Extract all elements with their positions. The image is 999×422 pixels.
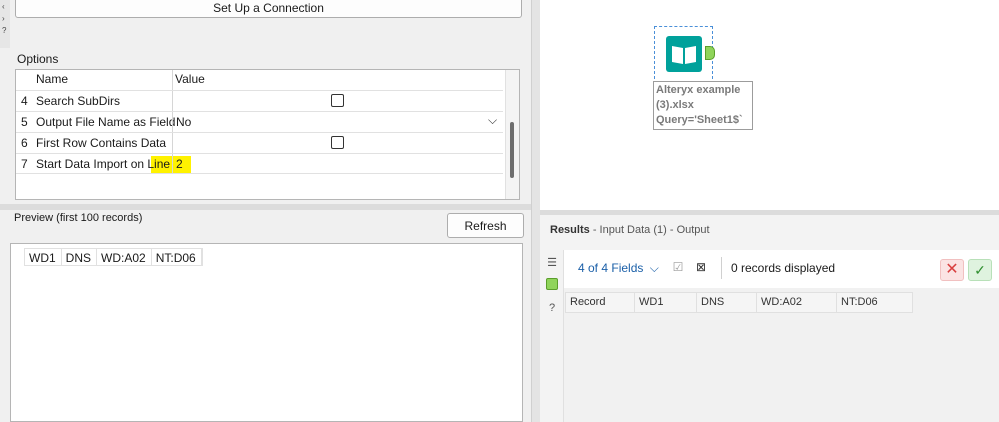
- fields-selector-label: 4 of 4 Fields: [578, 261, 644, 275]
- deselect-icon[interactable]: ⊠: [694, 260, 708, 274]
- preview-area: WD1 DNS WD:A02 NT:D06: [10, 243, 523, 422]
- column-divider: [172, 112, 173, 132]
- row-number: 7: [21, 157, 28, 171]
- results-subtitle: - Input Data (1) - Output: [592, 224, 710, 236]
- row-number: 6: [21, 136, 28, 150]
- records-count: 0 records displayed: [731, 261, 836, 275]
- preview-column-header: WD1: [25, 249, 62, 265]
- results-side-toolbar: ☰ ?: [540, 250, 564, 422]
- select-all-icon[interactable]: ☑: [671, 260, 685, 274]
- results-column-header[interactable]: Record: [565, 292, 635, 313]
- chevron-down-icon[interactable]: ⌵: [488, 113, 497, 128]
- results-column-header[interactable]: DNS: [697, 292, 757, 313]
- annotation-line: Alteryx example: [656, 84, 741, 96]
- results-title: Results - Input Data (1) - Output: [550, 224, 710, 236]
- results-column-header[interactable]: WD1: [635, 292, 697, 313]
- row-number: 4: [21, 94, 28, 108]
- results-column-headers: Record WD1 DNS WD:A02 NT:D06: [565, 292, 913, 313]
- preview-column-headers: WD1 DNS WD:A02 NT:D06: [24, 248, 203, 266]
- output-anchor-icon[interactable]: [705, 46, 715, 60]
- scrollbar-thumb[interactable]: [510, 122, 514, 178]
- name-column-header: Name: [36, 72, 69, 86]
- option-row-output-file-name[interactable]: 5 Output File Name as Field No ⌵: [16, 111, 503, 132]
- option-name: Search SubDirs: [36, 94, 121, 108]
- search-subdirs-checkbox[interactable]: [331, 94, 344, 107]
- preview-title: Preview (first 100 records): [14, 212, 143, 224]
- value-column-header: Value: [175, 72, 205, 86]
- options-scrollbar[interactable]: [505, 70, 519, 199]
- output-anchor-icon[interactable]: [546, 278, 558, 290]
- configuration-panel: ‹ › ? Set Up a Connection Options Name V…: [0, 0, 531, 422]
- column-divider: [172, 70, 173, 90]
- annotation-line: (3).xlsx: [656, 99, 694, 111]
- tool-annotation: Alteryx example (3).xlsx Query='Sheet1$`: [653, 81, 753, 130]
- preview-column-header: DNS: [62, 249, 98, 265]
- help-icon[interactable]: ?: [2, 26, 6, 35]
- annotation-line: Query='Sheet1$`: [656, 114, 743, 126]
- column-divider: [172, 133, 173, 153]
- results-column-header[interactable]: NT:D06: [837, 292, 913, 313]
- preview-column-header: NT:D06: [152, 249, 202, 265]
- column-divider: [172, 154, 173, 173]
- start-data-import-line-value[interactable]: 2: [176, 157, 183, 171]
- book-icon[interactable]: [666, 36, 702, 72]
- workflow-canvas[interactable]: [540, 0, 999, 210]
- chevron-down-icon: ⌵: [649, 261, 659, 275]
- vertical-splitter[interactable]: [531, 0, 540, 422]
- apply-button[interactable]: ✓: [968, 259, 992, 281]
- horizontal-splitter[interactable]: [0, 204, 531, 210]
- results-column-header[interactable]: WD:A02: [757, 292, 837, 313]
- row-number: 5: [21, 115, 28, 129]
- results-pane: Results - Input Data (1) - Output ☰ ? 4 …: [540, 215, 999, 422]
- output-file-name-dropdown-value[interactable]: No: [176, 115, 191, 129]
- option-row-search-subdirs[interactable]: 4 Search SubDirs: [16, 90, 503, 111]
- option-row-first-row-contains-data[interactable]: 6 First Row Contains Data: [16, 132, 503, 153]
- refresh-button[interactable]: Refresh: [447, 213, 524, 238]
- expand-arrow-icon[interactable]: ›: [2, 14, 5, 23]
- cancel-button[interactable]: ✕: [940, 259, 964, 281]
- results-grid[interactable]: Record WD1 DNS WD:A02 NT:D06: [564, 288, 999, 422]
- option-name: First Row Contains Data: [36, 136, 167, 150]
- options-grid: Name Value 4 Search SubDirs 5 Output Fil…: [15, 69, 520, 200]
- results-toolbar: 4 of 4 Fields ⌵ ☑ ⊠ 0 records displayed …: [564, 250, 999, 288]
- set-up-connection-button[interactable]: Set Up a Connection: [15, 0, 522, 18]
- left-edge-strip: ‹ › ?: [0, 0, 10, 48]
- option-name: Output File Name as Field: [36, 115, 176, 129]
- collapse-arrow-icon[interactable]: ‹: [2, 2, 5, 11]
- preview-column-header: WD:A02: [97, 249, 152, 265]
- fields-selector[interactable]: 4 of 4 Fields ⌵: [578, 261, 659, 276]
- option-row-start-data-import[interactable]: 7 Start Data Import on Line 2: [16, 153, 503, 174]
- help-icon[interactable]: ?: [545, 301, 559, 315]
- results-label: Results: [550, 224, 590, 236]
- column-divider: [172, 91, 173, 111]
- options-label: Options: [17, 52, 59, 66]
- option-name: Start Data Import on Line: [36, 157, 171, 171]
- toolbar-divider: [721, 257, 722, 279]
- first-row-contains-data-checkbox[interactable]: [331, 136, 344, 149]
- list-icon[interactable]: ☰: [545, 256, 559, 270]
